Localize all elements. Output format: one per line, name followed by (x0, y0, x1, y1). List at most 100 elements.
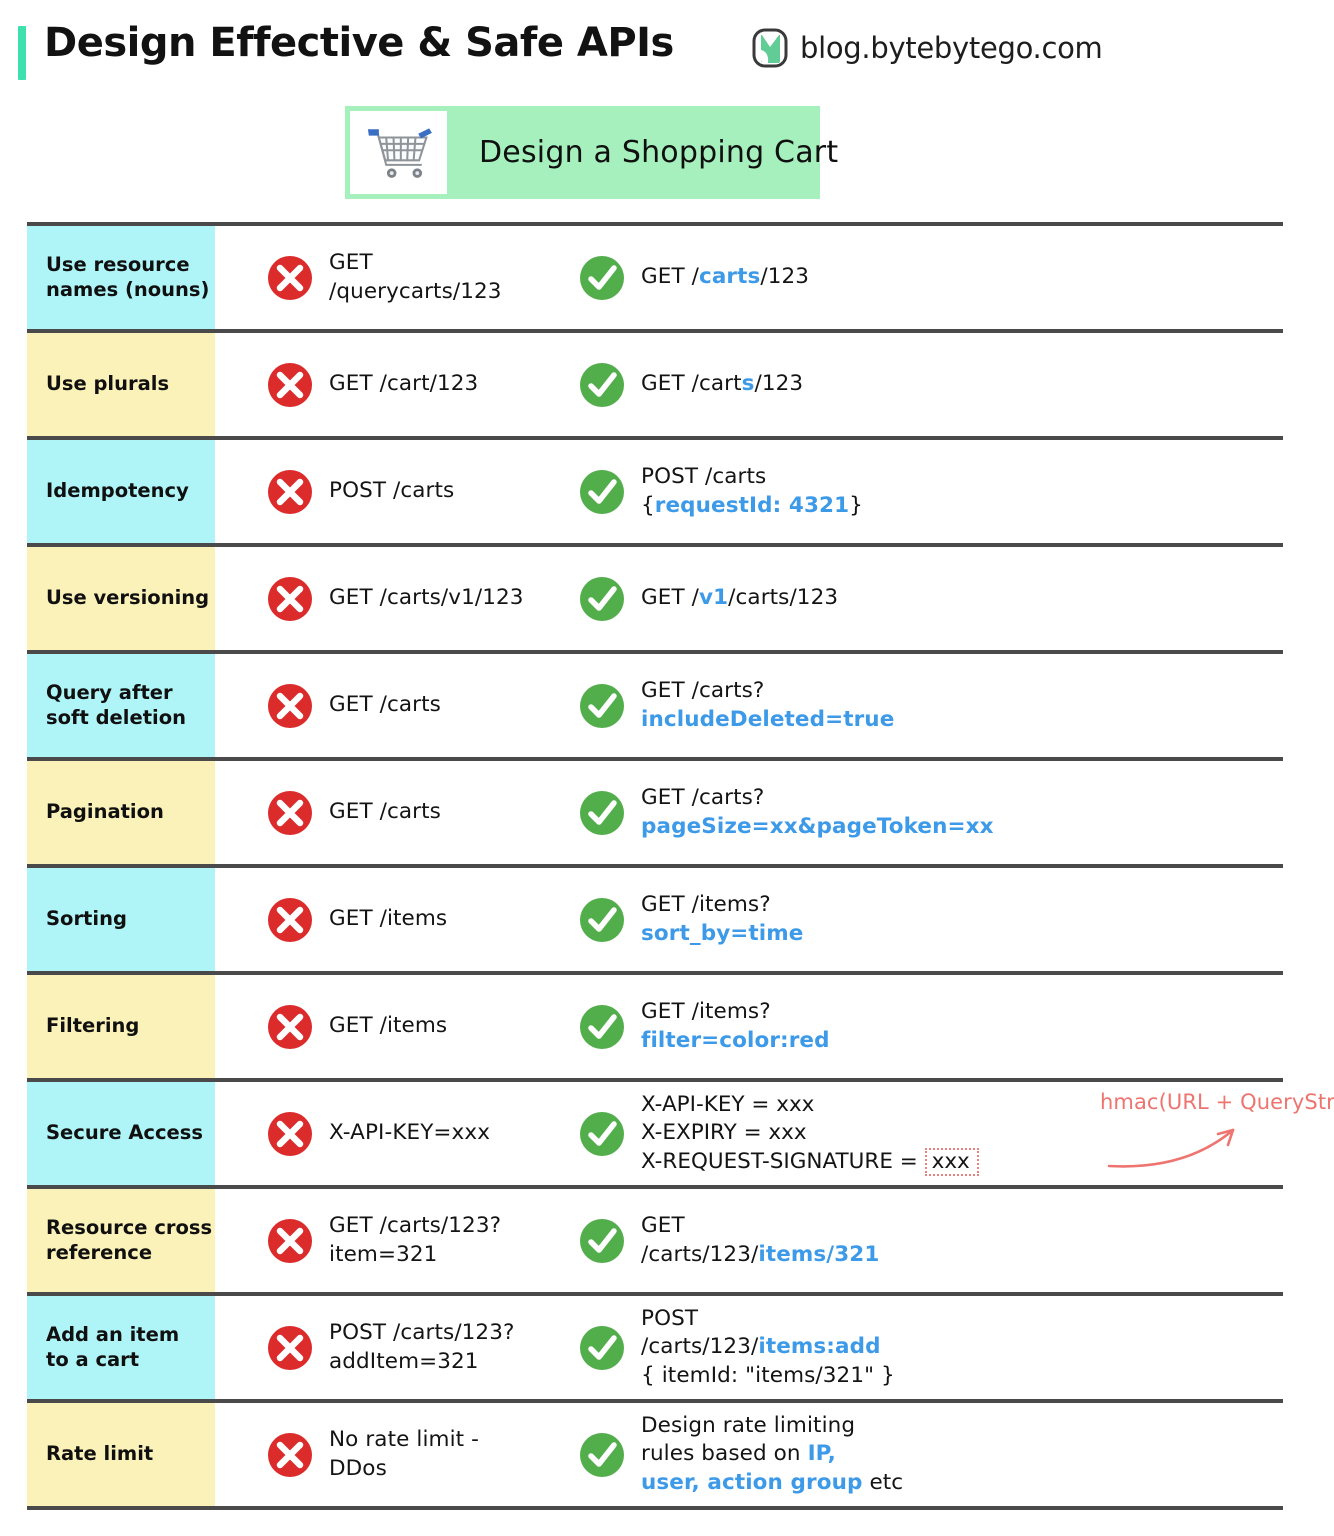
red-x-circle-icon (265, 1323, 315, 1373)
best-practice-text: GET /carts? includeDeleted=true (641, 678, 895, 732)
row-label: Use resource names (nouns) (27, 226, 215, 329)
anti-pattern-text: GET /carts (329, 692, 441, 718)
table-row: Sorting GET /items GET /items? sort_by=t… (27, 864, 1283, 971)
red-x-circle-icon (265, 467, 315, 517)
row-label: Use versioning (27, 547, 215, 650)
best-practice-text: Design rate limiting rules based on IP, … (641, 1412, 904, 1495)
best-practice-cell: GET /carts/123/items/321 (545, 1189, 1283, 1292)
green-check-circle-icon (577, 574, 627, 624)
anti-pattern-text: POST /carts (329, 478, 455, 504)
best-practice-cell: GET /carts/123 (545, 333, 1283, 436)
anti-pattern-text: No rate limit - DDos (329, 1427, 479, 1481)
red-x-circle-icon (265, 253, 315, 303)
table-row: Query after soft deletion GET /carts GET… (27, 650, 1283, 757)
row-label: Idempotency (27, 440, 215, 543)
table-row: Use resource names (nouns) GET /querycar… (27, 222, 1283, 329)
signature-value-box: xxx (924, 1147, 979, 1177)
best-practice-cell: POST /carts/123/items:add { itemId: "ite… (545, 1296, 1283, 1399)
best-practice-cell: GET /carts? pageSize=xx&pageToken=xx (545, 761, 1283, 864)
annotation-arrow-icon (1107, 1128, 1235, 1168)
anti-pattern-cell: POST /carts/123? addItem=321 (215, 1296, 545, 1399)
best-practice-text: POST /carts {requestId: 4321} (641, 464, 863, 518)
best-practice-text: GET /items? sort_by=time (641, 892, 804, 946)
best-practice-cell: X-API-KEY = xxx X-EXPIRY = xxx X-REQUEST-S… (545, 1082, 1334, 1185)
table-row: Use plurals GET /cart/123 GET /carts/123 (27, 329, 1283, 436)
row-label: Secure Access (27, 1082, 215, 1185)
table-row: Use versioning GET /carts/v1/123 GET /v1… (27, 543, 1283, 650)
best-practice-cell: GET /items? filter=color:red (545, 975, 1283, 1078)
best-practice-cell: GET /carts? includeDeleted=true (545, 654, 1283, 757)
row-label: Pagination (27, 761, 215, 864)
best-practice-cell: GET /items? sort_by=time (545, 868, 1283, 971)
green-check-circle-icon (577, 1430, 627, 1480)
anti-pattern-cell: X-API-KEY=xxx (215, 1082, 545, 1185)
row-label: Sorting (27, 868, 215, 971)
anti-pattern-text: GET /querycarts/123 (329, 250, 502, 304)
row-label: Query after soft deletion (27, 654, 215, 757)
table-row-secure-access: Secure Access X-API-KEY=xxx X-API-KEY = … (27, 1078, 1334, 1185)
red-x-circle-icon (265, 1430, 315, 1480)
title-accent-bar (18, 26, 26, 80)
anti-pattern-cell: GET /querycarts/123 (215, 226, 545, 329)
table-row: Rate limit No rate limit - DDos Design r… (27, 1399, 1283, 1510)
table-row: Idempotency POST /carts POST /carts {req… (27, 436, 1283, 543)
row-label: Rate limit (27, 1403, 215, 1506)
green-check-circle-icon (577, 788, 627, 838)
page-header: Design Effective & Safe APIs blog.byteby… (0, 0, 1334, 96)
best-practice-text: GET /carts/123/items/321 (641, 1213, 880, 1267)
green-check-circle-icon (577, 467, 627, 517)
anti-pattern-cell: GET /carts/123? item=321 (215, 1189, 545, 1292)
best-practice-text: GET /carts/123 (641, 371, 804, 397)
anti-pattern-text: POST /carts/123? addItem=321 (329, 1320, 515, 1374)
anti-pattern-text: GET /cart/123 (329, 371, 479, 397)
best-practice-text: GET /v1/carts/123 (641, 585, 839, 611)
page-title: Design Effective & Safe APIs (44, 20, 674, 66)
anti-pattern-text: X-API-KEY=xxx (329, 1120, 491, 1146)
best-practice-cell: Design rate limiting rules based on IP, … (545, 1403, 1283, 1506)
anti-pattern-text: GET /items (329, 1013, 448, 1039)
anti-pattern-text: GET /items (329, 906, 448, 932)
topic-banner-label: Design a Shopping Cart (479, 135, 839, 170)
green-check-circle-icon (577, 1002, 627, 1052)
green-check-circle-icon (577, 895, 627, 945)
table-row: Pagination GET /carts GET /carts? pageSi… (27, 757, 1283, 864)
api-guidelines-table: Use resource names (nouns) GET /querycar… (27, 222, 1334, 1510)
row-label: Use plurals (27, 333, 215, 436)
row-label: Add an item to a cart (27, 1296, 215, 1399)
bytebytego-logo-icon (752, 28, 788, 68)
topic-banner: Design a Shopping Cart (345, 106, 838, 199)
brand-url: blog.bytebytego.com (800, 31, 1103, 65)
brand: blog.bytebytego.com (752, 28, 1103, 68)
best-practice-text: POST /carts/123/items:add { itemId: "ite… (641, 1305, 895, 1388)
table-row: Add an item to a cart POST /carts/123? a… (27, 1292, 1283, 1399)
anti-pattern-text: GET /carts (329, 799, 441, 825)
anti-pattern-cell: No rate limit - DDos (215, 1403, 545, 1506)
green-check-circle-icon (577, 1109, 627, 1159)
anti-pattern-cell: GET /carts (215, 654, 545, 757)
anti-pattern-cell: POST /carts (215, 440, 545, 543)
best-practice-cell: POST /carts {requestId: 4321} (545, 440, 1283, 543)
red-x-circle-icon (265, 574, 315, 624)
red-x-circle-icon (265, 1109, 315, 1159)
anti-pattern-cell: GET /carts/v1/123 (215, 547, 545, 650)
shopping-cart-icon (350, 111, 447, 194)
anti-pattern-cell: GET /items (215, 975, 545, 1078)
red-x-circle-icon (265, 1216, 315, 1266)
green-check-circle-icon (577, 681, 627, 731)
red-x-circle-icon (265, 895, 315, 945)
red-x-circle-icon (265, 1002, 315, 1052)
row-label: Resource cross reference (27, 1189, 215, 1292)
best-practice-cell: GET /carts/123 (545, 226, 1283, 329)
anti-pattern-cell: GET /carts (215, 761, 545, 864)
anti-pattern-cell: GET /cart/123 (215, 333, 545, 436)
green-check-circle-icon (577, 1216, 627, 1266)
anti-pattern-text: GET /carts/123? item=321 (329, 1213, 502, 1267)
table-row: Resource cross reference GET /carts/123?… (27, 1185, 1283, 1292)
best-practice-text: GET /items? filter=color:red (641, 999, 830, 1053)
best-practice-text: GET /carts? pageSize=xx&pageToken=xx (641, 785, 994, 839)
row-label: Filtering (27, 975, 215, 1078)
green-check-circle-icon (577, 253, 627, 303)
red-x-circle-icon (265, 360, 315, 410)
red-x-circle-icon (265, 788, 315, 838)
table-row: Filtering GET /items GET /items? filter=… (27, 971, 1283, 1078)
